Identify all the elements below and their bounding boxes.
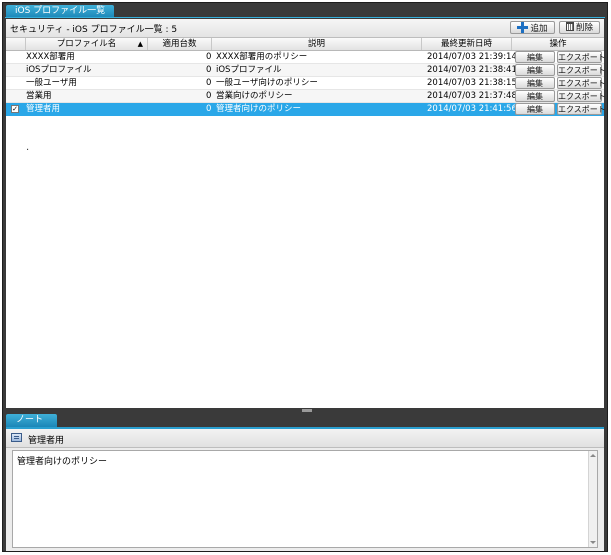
profile-name-cell: 管理者用: [26, 104, 61, 114]
export-button[interactable]: エクスポート: [557, 64, 606, 76]
description-cell: 一般ユーザ向けのポリシー: [216, 78, 318, 88]
last-updated-cell: 2014/07/03 21:41:56: [427, 104, 517, 114]
column-header-actions: 操作: [512, 38, 604, 50]
splitter-grip-icon[interactable]: [302, 409, 312, 412]
column-header-last-updated[interactable]: 最終更新日時: [422, 38, 512, 50]
device-count-cell: 0: [206, 91, 212, 101]
device-count-cell: 0: [206, 65, 212, 75]
last-updated-cell: 2014/07/03 21:37:48: [427, 91, 517, 101]
page-title: セキュリティ - iOS プロファイル一覧 : 5: [10, 25, 178, 35]
add-button[interactable]: 追加: [510, 21, 555, 34]
edit-button[interactable]: 編集: [515, 90, 555, 102]
note-body: 管理者向けのポリシー: [6, 448, 604, 551]
note-scrollbar[interactable]: [588, 451, 597, 547]
table-row[interactable]: 営業用 0 営業向けのポリシー 2014/07/03 21:37:48 編集 エクスポート: [6, 90, 606, 103]
notebook-icon: [11, 433, 22, 442]
edit-button[interactable]: 編集: [515, 103, 555, 115]
sort-ascending-icon: ▲: [137, 40, 143, 48]
column-header-profile-name[interactable]: プロファイル名 ▲: [26, 38, 148, 50]
last-updated-cell: 2014/07/03 21:39:14: [427, 52, 517, 62]
export-button[interactable]: エクスポート: [557, 51, 606, 63]
column-label: 操作: [549, 39, 567, 49]
column-header-device-count[interactable]: 適用台数: [148, 38, 212, 50]
table-row[interactable]: ✓ 管理者用 0 管理者向けのポリシー 2014/07/03 21:41:56 編集 エクス…: [6, 103, 606, 116]
panel-splitter[interactable]: [6, 408, 604, 414]
profile-table: プロファイル名 ▲ 適用台数 説明 最終更新日時 操作 XXXX部署用 0 XXXX…: [6, 38, 606, 408]
device-count-cell: 0: [206, 52, 212, 62]
column-label: 適用台数: [162, 39, 197, 49]
delete-button-label: 削除: [575, 23, 593, 33]
add-button-label: 追加: [530, 24, 548, 34]
note-textarea[interactable]: 管理者向けのポリシー: [12, 450, 598, 548]
export-button[interactable]: エクスポート: [557, 103, 606, 115]
app-window: iOS プロファイル一覧 セキュリティ - iOS プロファイル一覧 : 5 追…: [2, 2, 608, 552]
column-label: プロファイル名: [56, 39, 117, 49]
plus-icon: [517, 22, 529, 33]
column-header-description[interactable]: 説明: [212, 38, 422, 50]
table-row[interactable]: iOSプロファイル 0 iOSプロファイル 2014/07/03 21:38:41 編集…: [6, 64, 606, 77]
tab-note[interactable]: ノート: [6, 414, 58, 427]
description-cell: XXXX部署用のポリシー: [216, 52, 308, 62]
note-header: 管理者用: [6, 429, 604, 448]
tab-label: iOS プロファイル一覧: [15, 6, 106, 16]
table-row[interactable]: XXXX部署用 0 XXXX部署用のポリシー 2014/07/03 21:39:14 編…: [6, 51, 606, 64]
edit-button[interactable]: 編集: [515, 77, 555, 89]
edit-button[interactable]: 編集: [515, 64, 555, 76]
scroll-up-icon[interactable]: [590, 454, 596, 457]
scroll-down-icon[interactable]: [590, 541, 596, 544]
note-title: 管理者用: [28, 436, 65, 446]
tab-label: ノート: [16, 415, 44, 425]
export-button[interactable]: エクスポート: [557, 77, 606, 89]
profile-name-cell: 一般ユーザ用: [26, 78, 77, 88]
profile-name-cell: XXXX部署用: [26, 52, 75, 62]
tab-underline: [5, 17, 605, 18]
stray-mark: .: [26, 142, 30, 153]
row-checkbox[interactable]: ✓: [11, 105, 19, 113]
last-updated-cell: 2014/07/03 21:38:15: [427, 78, 517, 88]
profile-name-cell: iOSプロファイル: [26, 65, 92, 75]
description-cell: 管理者向けのポリシー: [216, 104, 302, 114]
description-cell: iOSプロファイル: [216, 65, 282, 75]
trash-icon: [565, 22, 574, 31]
list-header: セキュリティ - iOS プロファイル一覧 : 5 追加 削除: [6, 19, 604, 38]
last-updated-cell: 2014/07/03 21:38:41: [427, 65, 517, 75]
note-content: 管理者向けのポリシー: [17, 457, 108, 467]
description-cell: 営業向けのポリシー: [216, 91, 293, 101]
device-count-cell: 0: [206, 78, 212, 88]
table-row[interactable]: 一般ユーザ用 0 一般ユーザ向けのポリシー 2014/07/03 21:38:15 編集…: [6, 77, 606, 90]
edit-button[interactable]: 編集: [515, 51, 555, 63]
column-header-select[interactable]: [6, 38, 26, 50]
column-label: 最終更新日時: [440, 39, 492, 49]
table-header: プロファイル名 ▲ 適用台数 説明 最終更新日時 操作: [6, 38, 604, 51]
export-button[interactable]: エクスポート: [557, 90, 606, 102]
column-label: 説明: [307, 39, 325, 49]
device-count-cell: 0: [206, 104, 212, 114]
delete-button[interactable]: 削除: [559, 21, 600, 34]
profile-name-cell: 営業用: [26, 91, 52, 101]
